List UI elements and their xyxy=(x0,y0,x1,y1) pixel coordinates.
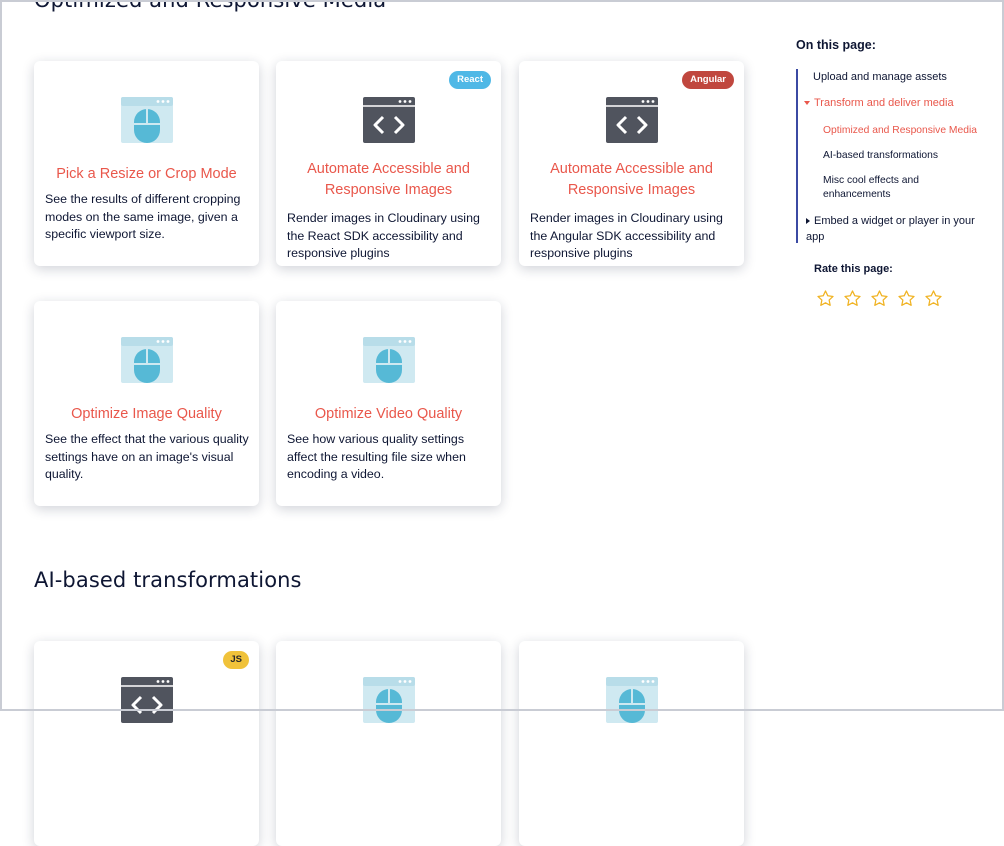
card-automate-angular[interactable]: Angular Automate Accessible and Responsi… xyxy=(519,61,744,266)
code-window-icon xyxy=(120,677,173,723)
section-title-ai-transformations: AI-based transformations xyxy=(34,568,302,592)
card-automate-react[interactable]: React Automate Accessible and Responsive… xyxy=(276,61,501,266)
toc-heading: On this page: xyxy=(796,38,876,52)
mouse-window-icon xyxy=(362,337,415,383)
card-title: Optimize Video Quality xyxy=(314,406,463,422)
toc-nav: Upload and manage assets Transform and d… xyxy=(796,69,998,243)
card-description: See the effect that the various quality … xyxy=(45,432,249,481)
react-badge: React xyxy=(449,71,491,89)
section-title-optimized-media: Optimized and Responsive Media xyxy=(34,0,387,12)
star-3-icon[interactable] xyxy=(870,289,889,308)
toc-item-label: Embed a widget or player in your app xyxy=(806,215,975,243)
card-description: Render images in Cloudinary using the An… xyxy=(530,211,723,260)
card-ai-js[interactable]: JS xyxy=(34,641,259,846)
toc-item-ai-transformations[interactable]: AI-based transformations xyxy=(823,148,938,163)
star-5-icon[interactable] xyxy=(924,289,943,308)
toc-item-optimized-media[interactable]: Optimized and Responsive Media xyxy=(823,123,977,138)
star-2-icon[interactable] xyxy=(843,289,862,308)
code-window-icon xyxy=(362,97,415,143)
card-title: Pick a Resize or Crop Mode xyxy=(56,166,237,182)
angular-badge: Angular xyxy=(682,71,734,89)
card-ai-2[interactable] xyxy=(276,641,501,846)
mouse-window-icon xyxy=(120,97,173,143)
mouse-window-icon xyxy=(362,677,415,723)
mouse-window-icon xyxy=(120,337,173,383)
toc-item-embed-widget[interactable]: Embed a widget or player in your app xyxy=(806,214,986,245)
toc-item-label: Transform and deliver media xyxy=(814,97,954,109)
star-1-icon[interactable] xyxy=(816,289,835,308)
star-4-icon[interactable] xyxy=(897,289,916,308)
toc-item-misc-effects[interactable]: Misc cool effects and enhancements xyxy=(823,174,953,202)
card-pick-resize-crop[interactable]: Pick a Resize or Crop Mode See the resul… xyxy=(34,61,259,266)
code-window-icon xyxy=(605,97,658,143)
card-description: See the results of different cropping mo… xyxy=(45,192,241,241)
toc-item-transform-deliver[interactable]: Transform and deliver media xyxy=(804,96,954,111)
card-title: Automate Accessible and Responsive Image… xyxy=(550,161,713,198)
card-ai-3[interactable] xyxy=(519,641,744,846)
card-title: Optimize Image Quality xyxy=(71,406,222,422)
caret-down-icon xyxy=(804,101,810,106)
card-optimize-video-quality[interactable]: Optimize Video Quality See how various q… xyxy=(276,301,501,506)
star-rating xyxy=(816,289,943,308)
rate-label: Rate this page: xyxy=(814,263,893,275)
card-description: See how various quality settings affect … xyxy=(287,432,466,481)
js-badge: JS xyxy=(223,651,249,669)
card-optimize-image-quality[interactable]: Optimize Image Quality See the effect th… xyxy=(34,301,259,506)
mouse-window-icon xyxy=(605,677,658,723)
card-description: Render images in Cloudinary using the Re… xyxy=(287,211,480,260)
caret-right-icon xyxy=(806,218,810,225)
toc-item-upload-manage[interactable]: Upload and manage assets xyxy=(813,70,947,85)
card-title: Automate Accessible and Responsive Image… xyxy=(307,161,470,198)
